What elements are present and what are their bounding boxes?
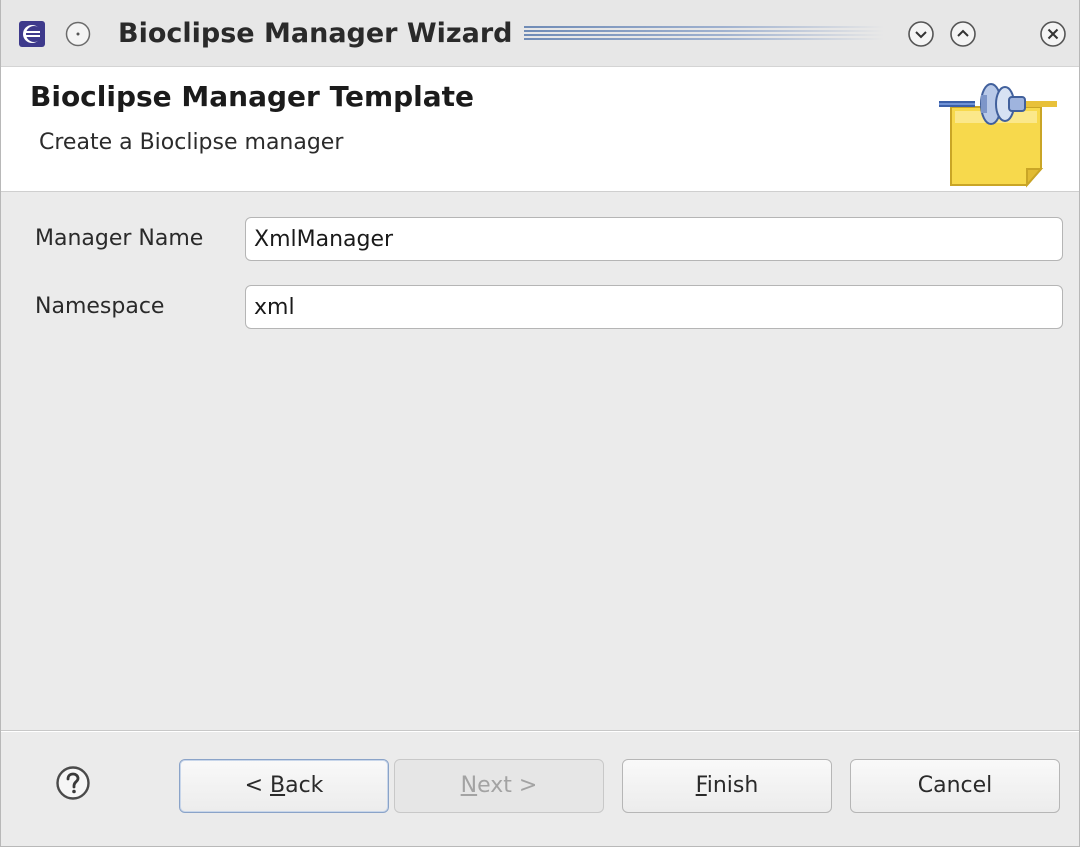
back-button[interactable]: < Back [179, 759, 389, 813]
back-button-prefix: < [244, 773, 270, 798]
wizard-window: Bioclipse Manager Wizard Bioclipse Manag… [0, 0, 1080, 847]
namespace-input[interactable] [245, 285, 1063, 329]
wizard-header: Bioclipse Manager Template Create a Bioc… [1, 67, 1079, 192]
manager-name-input[interactable] [245, 217, 1063, 261]
close-circle-icon[interactable] [1039, 20, 1067, 48]
next-button[interactable]: Next > [394, 759, 604, 813]
next-button-label-rest: ext > [477, 773, 538, 798]
back-button-label-rest: ack [285, 773, 324, 798]
finish-button[interactable]: Finish [622, 759, 832, 813]
next-button-mnemonic: N [460, 773, 478, 798]
back-button-mnemonic: B [270, 773, 286, 798]
wizard-plug-document-icon [939, 83, 1057, 188]
chevron-up-circle-icon[interactable] [949, 20, 977, 48]
manager-name-label: Manager Name [35, 226, 204, 251]
page-description: Create a Bioclipse manager [39, 130, 344, 155]
namespace-label: Namespace [35, 294, 165, 319]
question-mark-icon[interactable] [55, 765, 91, 801]
page-title: Bioclipse Manager Template [30, 80, 475, 113]
title-bar[interactable]: Bioclipse Manager Wizard [1, 0, 1079, 67]
window-title: Bioclipse Manager Wizard [118, 18, 513, 49]
finish-button-label-rest: inish [706, 773, 759, 798]
button-bar-separator [1, 730, 1079, 732]
eclipse-app-icon [19, 21, 45, 47]
window-menu-circle-icon[interactable] [65, 21, 91, 47]
cancel-button[interactable]: Cancel [850, 759, 1060, 813]
finish-button-mnemonic: F [695, 773, 707, 798]
title-bar-grip [524, 26, 884, 42]
chevron-down-circle-icon[interactable] [907, 20, 935, 48]
